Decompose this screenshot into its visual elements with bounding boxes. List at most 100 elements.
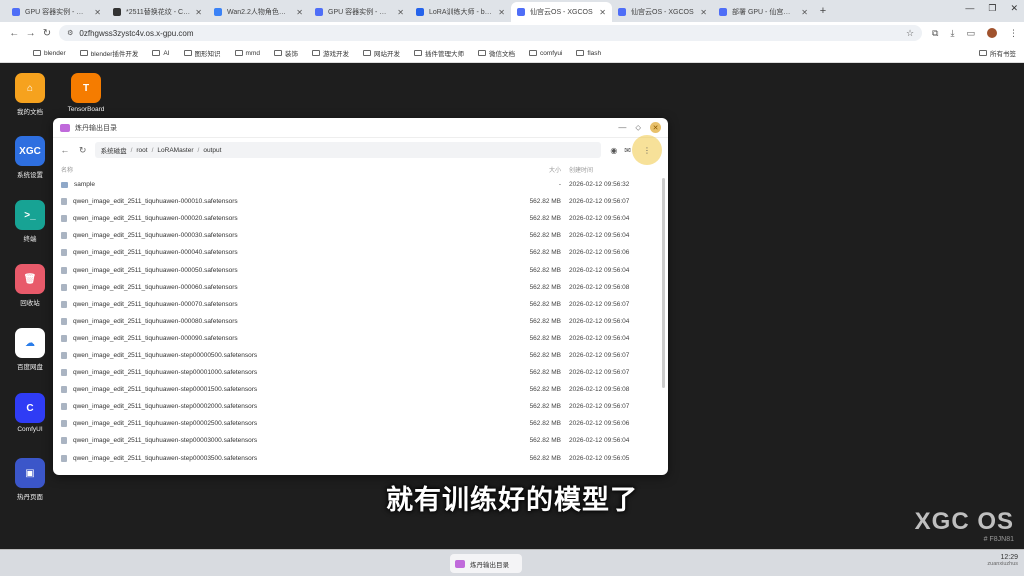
tab-close-icon[interactable]: ✕ — [94, 8, 101, 17]
close-window-icon[interactable]: ✕ — [650, 122, 661, 133]
file-row[interactable]: qwen_image_edit_2511_tiquhuawen-000030.s… — [53, 227, 668, 244]
extensions-icon[interactable]: ⧉ — [932, 28, 938, 39]
breadcrumb[interactable]: 系统磁盘 / root / LoRAMaster / output — [94, 142, 602, 158]
file-row[interactable]: qwen_image_edit_2511_tiquhuawen-step0000… — [53, 398, 668, 415]
sidebar-icon[interactable]: ▭ — [966, 28, 975, 39]
forward-icon[interactable]: → — [22, 28, 38, 39]
desktop-icon[interactable]: T TensorBoard — [58, 73, 114, 113]
column-name[interactable]: 名称 — [61, 165, 521, 174]
bookmark-folder[interactable]: flash — [576, 50, 601, 57]
browser-tab[interactable]: Wan2.2人物角色高画质工作流✕ — [208, 2, 309, 22]
maximize-icon[interactable]: ⬦ — [635, 123, 641, 133]
file-row[interactable]: qwen_image_edit_2511_tiquhuawen-step0000… — [53, 432, 668, 449]
profile-avatar[interactable] — [986, 28, 997, 38]
restore-icon[interactable]: ❐ — [988, 3, 996, 14]
folder-icon — [362, 50, 371, 56]
desktop-icon[interactable]: ▣ 热丹页面 — [2, 458, 58, 501]
tab-title: GPU 容器实例 - 仙宫云 X — [25, 9, 91, 16]
file-row[interactable]: qwen_image_edit_2511_tiquhuawen-000050.s… — [53, 261, 668, 278]
bookmark-folder[interactable]: 图形知识 — [183, 48, 221, 58]
file-row[interactable]: qwen_image_edit_2511_tiquhuawen-000070.s… — [53, 296, 668, 313]
minimize-icon[interactable]: — — [618, 123, 626, 132]
desktop-icon[interactable]: 🗑 回收站 — [2, 264, 58, 307]
bookmark-folder[interactable]: 插件管理大师 — [413, 48, 464, 58]
new-tab-icon[interactable]: + — [814, 5, 832, 17]
file-time: 2026-02-12 09:56:06 — [569, 420, 630, 428]
file-row[interactable]: qwen_image_edit_2511_tiquhuawen-step0000… — [53, 347, 668, 364]
download-icon[interactable]: ⤓ — [950, 28, 954, 39]
bookmark-folder[interactable]: 微信文档 — [477, 48, 515, 58]
more-options-icon[interactable]: ⋮ — [632, 135, 662, 165]
bookmark-label: flash — [587, 49, 602, 57]
bookmark-folder[interactable]: comfyui — [528, 49, 563, 57]
tab-favicon-icon — [214, 8, 222, 16]
breadcrumb-item[interactable]: output — [203, 147, 221, 154]
bookmark-folder[interactable]: AI — [152, 50, 170, 57]
file-row[interactable]: qwen_image_edit_2511_tiquhuawen-000080.s… — [53, 313, 668, 330]
bookmark-folder[interactable]: mmd — [234, 50, 260, 57]
browser-tab[interactable]: 部署 GPU - 仙宫云 Xian ✕ — [713, 2, 814, 22]
desktop-icon[interactable]: ☁ 百度网盘 — [2, 328, 58, 371]
column-size[interactable]: 大小 — [521, 165, 569, 174]
file-row[interactable]: qwen_image_edit_2511_tiquhuawen-000060.s… — [53, 279, 668, 296]
tab-close-icon[interactable]: ✕ — [397, 8, 404, 17]
tab-close-icon[interactable]: ✕ — [195, 8, 202, 17]
folder-icon — [234, 50, 243, 56]
minimize-icon[interactable]: — — [965, 3, 974, 14]
file-row[interactable]: qwen_image_edit_2511_tiquhuawen-000040.s… — [53, 244, 668, 261]
bookmark-folder[interactable]: 装饰 — [273, 48, 298, 58]
browser-tab[interactable]: LoRA训练大师 - by AI刷✕ — [410, 2, 511, 22]
column-time[interactable]: 创建时间 — [569, 165, 659, 174]
bookmark-label: blender — [44, 49, 66, 57]
browser-tab[interactable]: 仙宫云OS - XGCOS ✕ — [511, 2, 612, 22]
bookmark-folder[interactable]: 游戏开发 — [311, 48, 349, 58]
bookmark-folder[interactable]: 网站开发 — [362, 48, 400, 58]
desktop-icon[interactable]: ⌂ 我的文档 — [2, 73, 58, 116]
address-bar[interactable]: ⚙ 0zfhgwss3zystc4v.os.x-gpu.com ☆ — [59, 25, 923, 41]
breadcrumb-item[interactable]: LoRAMaster — [157, 147, 193, 154]
bookmark-folder[interactable]: blender — [33, 50, 66, 57]
all-bookmarks[interactable]: 所有书签 — [979, 48, 1016, 58]
browser-tab[interactable]: GPU 容器实例 - 仙宫云 X✕ — [309, 2, 410, 22]
app-icon: C — [15, 393, 45, 423]
back-icon[interactable]: ← — [6, 28, 22, 39]
new-folder-icon[interactable]: ✉ — [624, 146, 631, 155]
file-row[interactable]: qwen_image_edit_2511_tiquhuawen-000020.s… — [53, 210, 668, 227]
tab-close-icon[interactable]: ✕ — [700, 8, 707, 17]
breadcrumb-root[interactable]: 系统磁盘 — [101, 145, 127, 155]
file-row[interactable]: qwen_image_edit_2511_tiquhuawen-step0000… — [53, 381, 668, 398]
tab-close-icon[interactable]: ✕ — [498, 8, 505, 17]
file-row[interactable]: qwen_image_edit_2511_tiquhuawen-000090.s… — [53, 330, 668, 347]
desktop-icon[interactable]: >_ 终端 — [2, 200, 58, 243]
browser-tab[interactable]: *2511替换花纹 - ComfyUI ✕ — [107, 2, 208, 22]
reload-icon[interactable]: ↻ — [39, 28, 55, 39]
show-hidden-icon[interactable]: ◉ — [610, 146, 617, 155]
tab-close-icon[interactable]: ✕ — [599, 8, 606, 17]
tab-close-icon[interactable]: ✕ — [801, 8, 808, 17]
browser-tab[interactable]: 仙宫云OS - XGCOS ✕ — [612, 2, 713, 22]
file-row[interactable]: qwen_image_edit_2511_tiquhuawen-step0000… — [53, 364, 668, 381]
bookmark-folder[interactable]: blender插件开发 — [79, 48, 138, 58]
file-row[interactable]: qwen_image_edit_2511_tiquhuawen-step0000… — [53, 415, 668, 432]
close-icon[interactable]: ✕ — [1010, 3, 1018, 14]
site-info-icon[interactable]: ⚙ — [67, 29, 73, 37]
folder-row[interactable]: sample -2026-02-12 09:56:32 — [53, 176, 668, 193]
bookmark-label: comfyui — [539, 49, 563, 57]
tab-close-icon[interactable]: ✕ — [296, 8, 303, 17]
bookmark-star-icon[interactable]: ☆ — [906, 28, 914, 39]
tab-title: 部署 GPU - 仙宫云 Xian — [732, 9, 797, 16]
refresh-icon[interactable]: ↻ — [77, 145, 89, 156]
file-name: qwen_image_edit_2511_tiquhuawen-step0000… — [73, 454, 258, 462]
scrollbar[interactable] — [662, 178, 665, 388]
menu-icon[interactable]: ⋮ — [1009, 28, 1018, 39]
taskbar-item-file-manager[interactable]: 炼丹输出目录 — [450, 554, 522, 573]
breadcrumb-item[interactable]: root — [136, 147, 147, 154]
desktop-icon[interactable]: XGC 系统设置 — [2, 136, 58, 179]
file-row[interactable]: qwen_image_edit_2511_tiquhuawen-000010.s… — [53, 193, 668, 210]
file-icon — [61, 351, 67, 359]
desktop-icon[interactable]: C ComfyUI — [2, 393, 58, 433]
file-row[interactable]: qwen_image_edit_2511_tiquhuawen-step0000… — [53, 450, 668, 467]
window-titlebar[interactable]: 炼丹输出目录 — ⬦ ✕ — [53, 118, 668, 138]
back-icon[interactable]: ← — [59, 145, 71, 155]
browser-tab[interactable]: GPU 容器实例 - 仙宫云 X✕ — [6, 2, 107, 22]
